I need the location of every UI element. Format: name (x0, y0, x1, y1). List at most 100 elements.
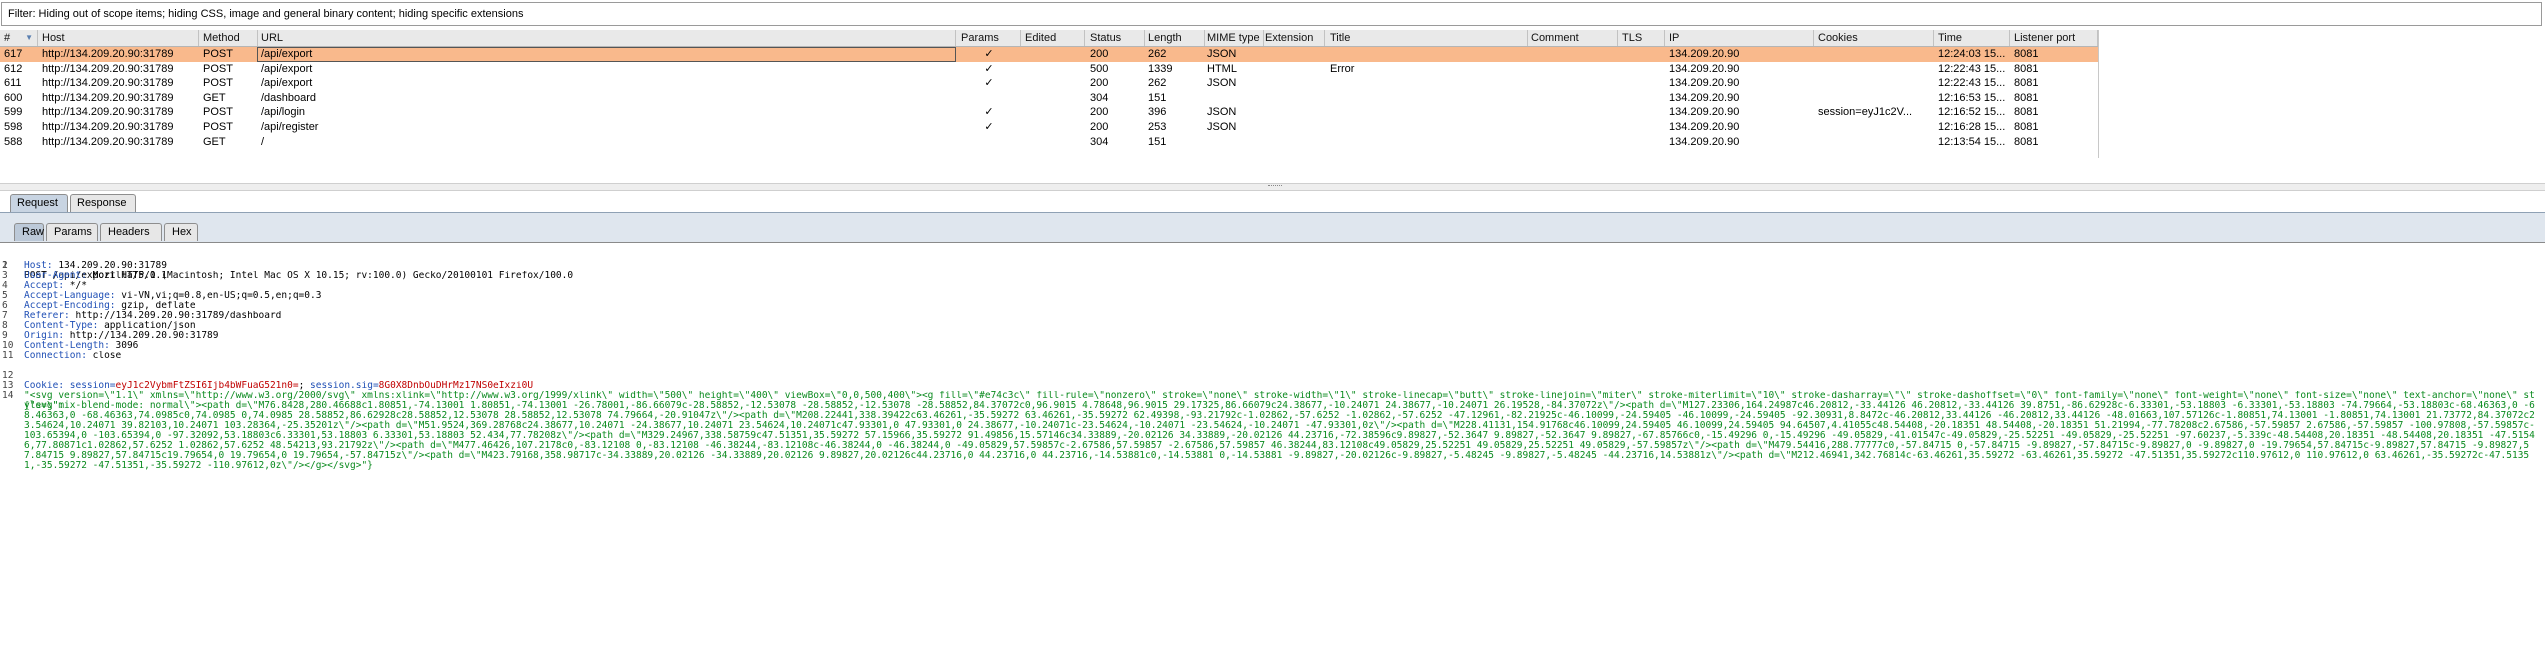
cell-ext (1261, 91, 1325, 106)
cell-port: 8081 (2014, 48, 2039, 60)
cell-status: 500 (1090, 62, 1109, 75)
cell-ip: 134.209.20.90 (1669, 62, 1740, 75)
table-row[interactable]: 598 http://134.209.20.90:31789 POST/api/re… (0, 120, 2098, 135)
column-header-params[interactable]: Params (957, 30, 1021, 46)
cell-length: 151 (1148, 135, 1167, 148)
cell-edited (1021, 47, 1085, 62)
header-line: 8 Content-Type: application/json (0, 321, 2545, 331)
cell-params: ✓ (984, 48, 994, 60)
cell-status: 304 (1090, 135, 1109, 148)
cell-num: 611 (4, 77, 22, 90)
cell-ext (1261, 105, 1325, 120)
column-header-cookies[interactable]: Cookies (1814, 30, 1934, 46)
cell-ext (1261, 120, 1325, 135)
header-line: 2 Host: 134.209.20.90:31789 (0, 261, 2545, 271)
cell-title (1326, 91, 1528, 106)
cell-length: 396 (1148, 106, 1167, 119)
request-line: 1 POST /api/export HTTP/1.1 (0, 251, 2545, 281)
cell-time: 12:16:52 15... (1938, 106, 2006, 119)
cell-params: ✓ (984, 62, 994, 75)
table-row[interactable]: 588 http://134.209.20.90:31789 GET / 304 151 1… (0, 135, 2098, 150)
column-header-length[interactable]: Length (1144, 30, 1205, 46)
cell-ext (1261, 76, 1325, 91)
table-row[interactable]: 612 http://134.209.20.90:31789 POST/api/ex… (0, 62, 2098, 77)
column-header-url[interactable]: URL (257, 30, 956, 46)
cell-method: POST (203, 77, 233, 90)
cell-edited (1021, 120, 1085, 135)
cell-status: 200 (1090, 121, 1109, 133)
cell-ext (1261, 62, 1325, 77)
cell-cookies (1814, 76, 1934, 91)
header-value: vi-VN,vi;q=0.8,en-US;q=0.5,en;q=0.3 (115, 291, 322, 301)
column-header-mime[interactable]: MIME type (1203, 30, 1264, 46)
tab-request[interactable]: Request (10, 194, 68, 212)
cell-params: ✓ (984, 106, 994, 119)
column-header-ext[interactable]: Extension (1261, 30, 1325, 46)
column-header-port[interactable]: Listener port (2010, 30, 2098, 46)
raw-request-editor[interactable]: 1 POST /api/export HTTP/1.1 2 Host: 134.2… (0, 242, 2545, 658)
table-row[interactable]: 599 http://134.209.20.90:31789 POST/api/lo… (0, 105, 2098, 120)
cell-method: GET (203, 91, 226, 104)
cell-cookies (1814, 135, 1934, 150)
cell-host: http://134.209.20.90:31789 (42, 48, 174, 60)
header-name: Accept-Encoding: (24, 301, 116, 311)
cell-num: 588 (4, 135, 23, 148)
message-view-tabs: Raw Params Headers Hex (0, 212, 2545, 243)
cell-cookies (1814, 120, 1934, 135)
table-row[interactable]: 617 http://134.209.20.90:31789 POST/api/ex… (0, 47, 2098, 62)
column-header-edited[interactable]: Edited (1021, 30, 1085, 46)
cell-time: 12:16:28 15... (1938, 121, 2006, 133)
header-value: */* (64, 281, 87, 291)
cell-params (957, 135, 1021, 150)
cell-host: http://134.209.20.90:31789 (42, 62, 174, 75)
body-open-line: 14 {"svg": (0, 381, 2545, 411)
tab-response[interactable]: Response (70, 194, 136, 212)
column-header-title[interactable]: Title (1326, 30, 1528, 46)
cell-ip: 134.209.20.90 (1669, 48, 1740, 60)
focused-cell-outline (257, 47, 956, 62)
header-name: Origin: (24, 331, 65, 341)
cell-status: 200 (1090, 106, 1109, 119)
header-value: gzip, deflate (115, 301, 196, 311)
cell-url: / (261, 135, 265, 148)
cell-params: ✓ (984, 121, 994, 133)
column-header-comment[interactable]: Comment (1527, 30, 1618, 46)
header-value: Mozilla/5.0 (Macintosh; Intel Mac OS X 1… (86, 271, 574, 281)
cell-mime: JSON (1207, 106, 1237, 119)
cell-mime: HTML (1207, 62, 1237, 75)
column-header-host[interactable]: Host (38, 30, 199, 46)
header-line: 9 Origin: http://134.209.20.90:31789 (0, 331, 2545, 341)
cell-time: 12:13:54 15... (1938, 135, 2006, 148)
cell-ip: 134.209.20.90 (1669, 106, 1740, 119)
column-header-time[interactable]: Time (1934, 30, 2010, 46)
column-header-status[interactable]: Status (1086, 30, 1145, 46)
cell-comment (1527, 105, 1618, 120)
header-name: Connection: (24, 351, 87, 361)
column-header-ip[interactable]: IP (1665, 30, 1814, 46)
split-pane-divider[interactable] (0, 183, 2545, 191)
filter-bar[interactable]: Filter: Hiding out of scope items; hidin… (1, 2, 2542, 26)
tab-params[interactable]: Params (46, 223, 98, 241)
cell-port: 8081 (2014, 62, 2039, 75)
header-line: 6 Accept-Encoding: gzip, deflate (0, 301, 2545, 311)
blank-line: 13 (0, 371, 2545, 391)
cell-port: 8081 (2014, 121, 2039, 133)
cell-time: 12:22:43 15... (1938, 62, 2006, 75)
tab-headers[interactable]: Headers (100, 223, 162, 241)
tab-raw[interactable]: Raw (14, 223, 44, 241)
cell-host: http://134.209.20.90:31789 (42, 135, 174, 148)
table-row[interactable]: 600 http://134.209.20.90:31789 GET/dashboa… (0, 91, 2098, 106)
column-header-tls[interactable]: TLS (1618, 30, 1665, 46)
cell-ext (1261, 135, 1325, 150)
column-header-num[interactable]: # ▼ (0, 30, 38, 46)
cell-edited (1021, 105, 1085, 120)
cell-title (1326, 105, 1528, 120)
column-header-method[interactable]: Method (199, 30, 258, 46)
tab-hex[interactable]: Hex (164, 223, 198, 241)
header-name: Host: (24, 261, 53, 271)
cell-tls (1618, 105, 1665, 120)
cell-url: /api/export (261, 62, 313, 75)
cell-edited (1021, 135, 1085, 150)
cell-length: 262 (1148, 48, 1167, 60)
table-row[interactable]: 611 http://134.209.20.90:31789 POST/api/ex… (0, 76, 2098, 91)
